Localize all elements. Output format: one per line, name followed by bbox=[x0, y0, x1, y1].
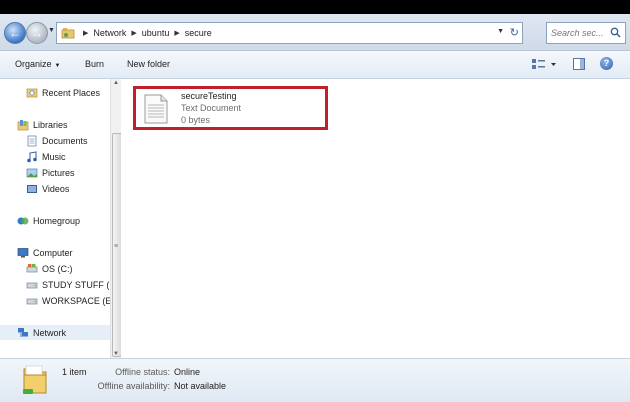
new-folder-button[interactable]: New folder bbox=[127, 59, 170, 69]
offline-availability-label: Offline availability: bbox=[97, 381, 170, 391]
command-bar: Organize ▼ Burn New folder ? bbox=[0, 51, 630, 79]
scroll-grip-icon: ≡ bbox=[114, 243, 119, 250]
nav-label: STUDY STUFF (D: bbox=[42, 279, 119, 290]
libraries-icon bbox=[17, 119, 29, 130]
nav-libraries[interactable]: Libraries bbox=[0, 117, 126, 132]
nav-label: Computer bbox=[33, 247, 73, 258]
file-name: secureTesting bbox=[181, 91, 237, 101]
file-type: Text Document bbox=[181, 103, 242, 113]
drive-icon bbox=[26, 298, 38, 304]
nav-label: Videos bbox=[42, 183, 70, 194]
nav-label: Libraries bbox=[33, 119, 68, 130]
preview-pane-icon[interactable] bbox=[573, 58, 585, 70]
nav-label: Music bbox=[42, 151, 66, 162]
offline-status-label: Offline status: bbox=[115, 367, 170, 377]
file-item-highlighted[interactable]: secureTesting Text Document 0 bytes bbox=[133, 86, 328, 130]
nav-label: OS (C:) bbox=[42, 263, 73, 274]
homegroup-icon bbox=[17, 217, 29, 224]
nav-network[interactable]: Network bbox=[0, 325, 126, 340]
address-band: ← → ▼ ▶ Network ▶ ubuntu ▶ secure ▼ ↻ bbox=[0, 14, 630, 51]
network-icon bbox=[18, 327, 28, 337]
organize-label: Organize bbox=[15, 59, 52, 69]
refresh-icon[interactable]: ↻ bbox=[510, 26, 519, 39]
music-icon bbox=[27, 150, 37, 162]
breadcrumb-separator-icon[interactable]: ▶ bbox=[83, 29, 88, 37]
folder-icon bbox=[23, 365, 47, 394]
nav-label: WORKSPACE (E:) bbox=[42, 295, 117, 306]
organize-button[interactable]: Organize ▼ bbox=[15, 59, 60, 69]
explorer-window: ← → ▼ ▶ Network ▶ ubuntu ▶ secure ▼ ↻ Se… bbox=[0, 14, 630, 402]
search-box[interactable] bbox=[546, 22, 626, 44]
breadcrumb-ubuntu[interactable]: ubuntu bbox=[142, 28, 170, 38]
nav-label: Pictures bbox=[42, 167, 75, 178]
documents-icon bbox=[27, 135, 37, 146]
computer-icon bbox=[17, 247, 29, 257]
nav-homegroup[interactable]: Homegroup bbox=[0, 213, 126, 228]
offline-status-value: Online bbox=[174, 367, 201, 377]
breadcrumb-network[interactable]: Network bbox=[93, 28, 126, 38]
recent-pages-dropdown-icon[interactable]: ▼ bbox=[48, 27, 55, 34]
details-pane: 1 item Offline status: Online Offline av… bbox=[0, 358, 630, 402]
text-document-icon bbox=[144, 94, 168, 124]
address-bar[interactable]: ▶ Network ▶ ubuntu ▶ secure ▼ ↻ bbox=[56, 22, 523, 44]
chevron-down-icon: ▼ bbox=[54, 63, 61, 69]
recent-places-icon bbox=[26, 88, 38, 97]
navigation-pane: Recent Places Libraries Documents Music … bbox=[0, 79, 126, 358]
address-dropdown-icon[interactable]: ▼ bbox=[497, 28, 504, 35]
breadcrumb-separator-icon[interactable]: ▶ bbox=[131, 29, 136, 37]
search-icon[interactable] bbox=[610, 27, 621, 38]
nav-computer[interactable]: Computer bbox=[0, 245, 126, 260]
help-icon[interactable]: ? bbox=[600, 57, 613, 70]
scroll-down-icon[interactable]: ▼ bbox=[113, 351, 119, 357]
burn-button[interactable]: Burn bbox=[85, 59, 104, 69]
file-size: 0 bytes bbox=[181, 115, 211, 125]
breadcrumb-secure[interactable]: secure bbox=[185, 28, 212, 38]
pictures-icon bbox=[26, 168, 38, 177]
drive-icon bbox=[26, 282, 38, 288]
search-input[interactable] bbox=[551, 25, 609, 41]
nav-label: Documents bbox=[42, 135, 88, 146]
videos-icon bbox=[27, 184, 37, 193]
drive-icon bbox=[26, 263, 38, 272]
nav-label: Network bbox=[33, 327, 67, 338]
nav-label: Homegroup bbox=[33, 215, 81, 226]
file-list[interactable]: secureTesting Text Document 0 bytes bbox=[121, 79, 630, 358]
breadcrumb-separator-icon[interactable]: ▶ bbox=[174, 29, 179, 37]
back-button[interactable]: ← bbox=[4, 22, 26, 44]
forward-button[interactable]: → bbox=[26, 22, 48, 44]
offline-availability-value: Not available bbox=[174, 381, 227, 391]
change-view-icon[interactable] bbox=[531, 58, 561, 72]
nav-label: Recent Places bbox=[42, 87, 101, 98]
network-folder-icon bbox=[61, 28, 75, 39]
scroll-up-icon[interactable]: ▲ bbox=[113, 80, 119, 86]
